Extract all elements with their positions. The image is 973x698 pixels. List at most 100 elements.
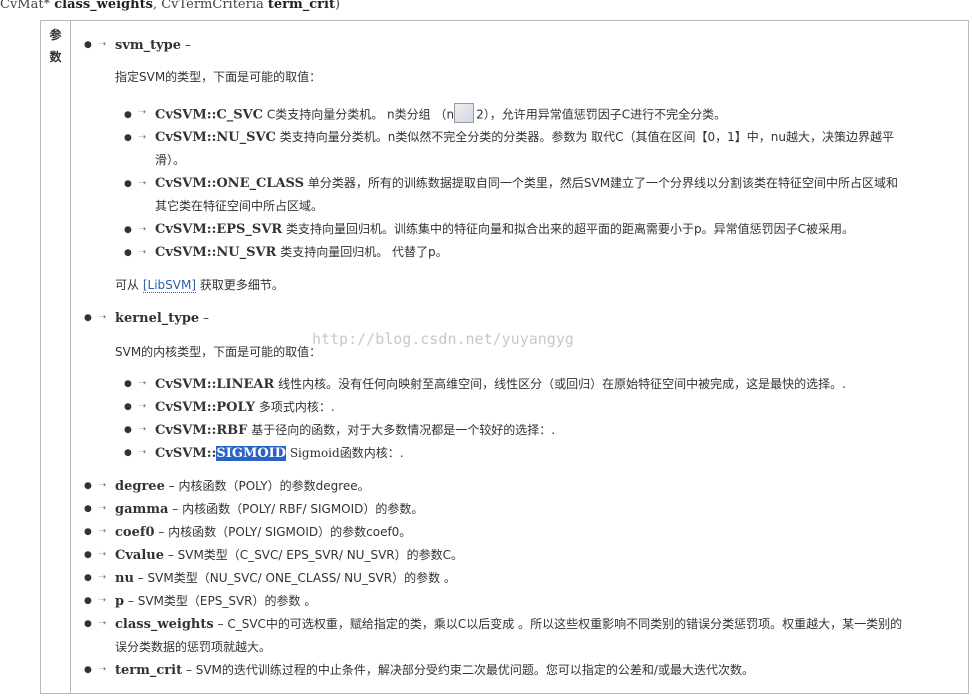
kernel-type-item: CvSVM::LINEAR 线性内核。没有任何向映射至高维空间，线性区分（或回归… [155, 375, 846, 394]
kernel-type-intro: SVM的内核类型，下面是可能的取值： [115, 345, 322, 359]
arrow-icon: ➝ [138, 424, 147, 435]
item-desc: 多项式内核：. [255, 400, 335, 414]
param-term: p [115, 594, 125, 609]
kernel-type-item: CvSVM::RBF 基于径向的函数，对于大多数情况都是一个较好的选择：. [155, 421, 555, 440]
param-desc: – C_SVC中的可选权重，赋给指定的类，乘以C以后变成 。所以这些权重影响不同… [213, 617, 903, 631]
bullet-icon: ● [84, 504, 92, 514]
param-cvalue: Cvalue – SVM类型（C_SVC/ EPS_SVR/ NU_SVR）的参… [115, 546, 463, 565]
item-desc-cont: 2），允许用异常值惩罚因子C进行不完全分类。 [476, 107, 727, 122]
item-term: CvSVM::LINEAR [155, 377, 275, 392]
item-desc: 单分类器，所有的训练数据提取自同一个类里，然后SVM建立了一个分界线以分割该类在… [304, 176, 899, 190]
item-term: CvSVM::C_SVC [155, 107, 264, 123]
arrow-icon: ➝ [98, 595, 107, 606]
arrow-icon: ➝ [98, 503, 107, 514]
bullet-icon: ● [84, 665, 92, 675]
bullet-icon: ● [84, 619, 92, 629]
param-p: p – SVM类型（EPS_SVR）的参数 。 [115, 592, 316, 611]
arrow-icon: ➝ [138, 178, 147, 189]
arrow-icon: ➝ [138, 132, 147, 143]
arrow-icon: ➝ [98, 664, 107, 675]
param-term: term_crit [115, 663, 183, 678]
svm-type-item: CvSVM::NU_SVC 类支持向量分类机。n类似然不完全分类的分类器。参数为… [155, 128, 894, 147]
bullet-icon: ● [84, 313, 92, 323]
arrow-icon: ➝ [98, 480, 107, 491]
param-desc: – 内核函数（POLY/ RBF/ SIGMOID）的参数。 [168, 502, 424, 516]
bullet-icon: ● [124, 448, 132, 458]
arrow-icon: ➝ [138, 447, 147, 458]
arrow-icon: ➝ [98, 312, 107, 323]
sig-close: ) [334, 0, 341, 12]
item-desc-wrap: 滑）。 [155, 153, 186, 167]
param-desc-wrap: 误分类数据的惩罚项就越大。 [115, 640, 272, 654]
note-text: 可从 [115, 278, 143, 292]
param-kernel-type: kernel_type – [115, 309, 209, 328]
param-degree: degree – 内核函数（POLY）的参数degree。 [115, 477, 370, 496]
libsvm-link[interactable]: [LibSVM] [142, 278, 197, 293]
arrow-icon: ➝ [138, 247, 147, 258]
param-term: kernel_type [115, 311, 200, 326]
param-desc: – SVM类型（C_SVC/ EPS_SVR/ NU_SVR）的参数C。 [164, 548, 464, 562]
param-term: class_weights [115, 617, 214, 632]
item-desc: 基于径向的函数，对于大多数情况都是一个较好的选择：. [247, 423, 556, 437]
param-term: Cvalue [115, 548, 164, 563]
item-desc-wrap: 其它类在特征空间中所占区域。 [155, 199, 324, 213]
bullet-icon: ● [84, 527, 92, 537]
bullet-icon: ● [124, 248, 132, 258]
param-dash: – [199, 311, 210, 325]
param-nu: nu – SVM类型（NU_SVC/ ONE_CLASS/ NU_SVR）的参数… [115, 569, 456, 588]
item-desc: 类支持向量回归机。 代替了p。 [276, 245, 448, 259]
note-text-end: 获取更多细节。 [196, 278, 284, 292]
param-term: svm_type [115, 38, 182, 53]
arrow-icon: ➝ [138, 107, 147, 118]
param-desc: – 内核函数（POLY）的参数degree。 [164, 479, 370, 493]
libsvm-note: 可从 [LibSVM] 获取更多细节。 [115, 276, 284, 294]
bullet-icon: ● [124, 402, 132, 412]
bullet-icon: ● [84, 550, 92, 560]
arrow-icon: ➝ [98, 549, 107, 560]
param-term: degree [115, 479, 165, 494]
label-char-1: 参 [49, 28, 62, 42]
svm-type-item: CvSVM::EPS_SVR 类支持向量回归机。训练集中的特征向量和拟合出来的超… [155, 220, 854, 239]
parameters-table: 参 数 ● ➝ svm_type – 指定SVM的类型，下面是可能的取值： ● … [40, 20, 969, 694]
arrow-icon: ➝ [138, 378, 147, 389]
param-desc: – SVM类型（EPS_SVR）的参数 。 [124, 594, 317, 608]
item-term: CvSVM::NU_SVR [155, 245, 277, 260]
arrow-icon: ➝ [98, 572, 107, 583]
bullet-icon: ● [124, 133, 132, 143]
sig-type2: CvTermCriteria [161, 0, 264, 12]
param-term: nu [115, 571, 134, 586]
parameters-content: ● ➝ svm_type – 指定SVM的类型，下面是可能的取值： ● ➝ Cv… [71, 21, 968, 693]
sig-type1: CvMat* [0, 0, 51, 12]
kernel-type-item: CvSVM::POLY 多项式内核：. [155, 398, 335, 417]
item-desc: 线性内核。没有任何向映射至高维空间，线性区分（或回归）在原始特征空间中被完成，这… [274, 377, 846, 391]
svm-type-item: CvSVM::ONE_CLASS 单分类器，所有的训练数据提取自同一个类里，然后… [155, 174, 898, 193]
item-desc: 类支持向量回归机。训练集中的特征向量和拟合出来的超平面的距离需要小于p。异常值惩… [282, 222, 855, 236]
arrow-icon: ➝ [138, 401, 147, 412]
sig-param1: class_weights [54, 0, 153, 12]
item-term: CvSVM::NU_SVC [155, 130, 276, 145]
item-term: CvSVM::ONE_CLASS [155, 176, 305, 191]
bullet-icon: ● [124, 425, 132, 435]
bullet-icon: ● [84, 481, 92, 491]
item-term: CvSVM::RBF [155, 423, 248, 438]
sig-param2: term_crit [267, 0, 335, 12]
arrow-icon: ➝ [98, 618, 107, 629]
param-gamma: gamma – 内核函数（POLY/ RBF/ SIGMOID）的参数。 [115, 500, 423, 519]
parameters-label-cell: 参 数 [41, 21, 71, 693]
arrow-icon: ➝ [98, 526, 107, 537]
svm-type-item: CvSVM::C_SVC C类支持向量分类机。 n类分组 （n 2），允许用异常值… [155, 103, 727, 125]
bullet-icon: ● [124, 379, 132, 389]
sig-sep: , [152, 0, 158, 12]
bullet-icon: ● [124, 179, 132, 189]
param-desc: – SVM的迭代训练过程的中止条件，解决部分受约束二次最优问题。您可以指定的公差… [182, 663, 754, 677]
svm-type-item: CvSVM::NU_SVR 类支持向量回归机。 代替了p。 [155, 243, 448, 262]
broken-image-icon [454, 103, 475, 123]
kernel-type-item: CvSVM::SIGMOID Sigmoid函数内核：. [155, 444, 404, 463]
param-desc: – SVM类型（NU_SVC/ ONE_CLASS/ NU_SVR）的参数 。 [133, 571, 456, 585]
bullet-icon: ● [124, 225, 132, 235]
item-desc: C类支持向量分类机。 n类分组 （n [263, 107, 455, 122]
item-term: CvSVM:: [155, 446, 217, 461]
arrow-icon: ➝ [138, 224, 147, 235]
label-char-2: 数 [49, 50, 62, 64]
selected-text-highlight[interactable]: SIGMOID [216, 446, 287, 461]
